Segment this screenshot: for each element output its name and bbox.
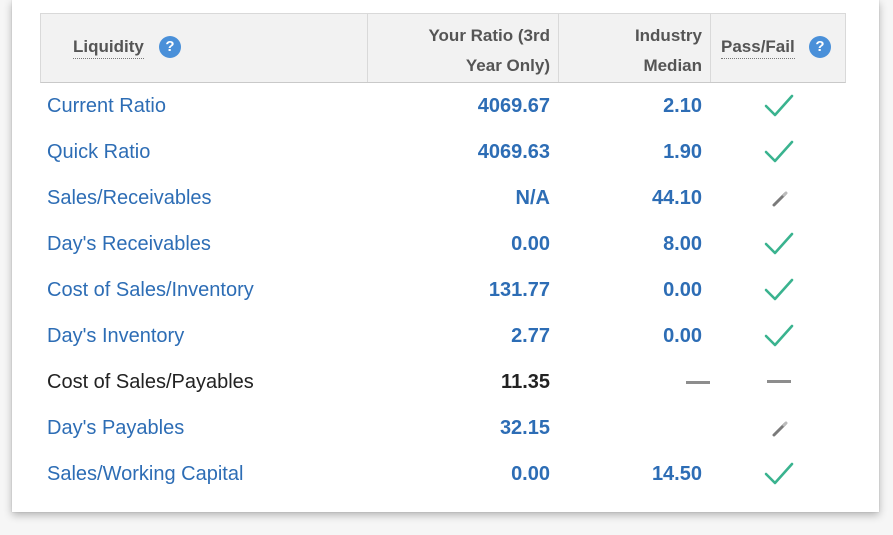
table-row: Sales/Working Capital 0.00 14.50 <box>40 451 846 497</box>
table-row: Day's Payables 32.15 <box>40 405 846 451</box>
header-industry-median: Industry Median <box>559 14 711 82</box>
your-ratio-label-line1: Your Ratio (3rd <box>428 26 550 45</box>
liquidity-label[interactable]: Liquidity <box>73 36 144 59</box>
ratio-name[interactable]: Sales/Working Capital <box>47 451 243 497</box>
your-ratio-label-line2: Year Only) <box>465 56 550 75</box>
industry-label-line1: Industry <box>634 26 702 45</box>
industry-median-value: 2.10 <box>663 95 702 117</box>
industry-label-line2: Median <box>643 56 702 75</box>
your-ratio-value: 0.00 <box>511 233 550 255</box>
industry-median-value: 44.10 <box>651 187 702 209</box>
your-ratio-value: 131.77 <box>488 279 550 301</box>
check-icon <box>764 230 794 258</box>
ratio-name[interactable]: Day's Inventory <box>47 313 184 359</box>
pencil-icon[interactable] <box>764 184 794 212</box>
check-icon <box>764 322 794 350</box>
industry-median-value: 1.90 <box>663 141 702 163</box>
check-icon <box>764 460 794 488</box>
pass-fail-label[interactable]: Pass/Fail <box>721 36 795 59</box>
check-icon <box>764 276 794 304</box>
your-ratio-value: 0.00 <box>511 463 550 485</box>
your-ratio-value: 4069.63 <box>477 141 550 163</box>
your-ratio-value: 2.77 <box>511 325 550 347</box>
industry-median-value: 0.00 <box>663 279 702 301</box>
ratio-name[interactable]: Cost of Sales/Inventory <box>47 267 254 313</box>
table-row: Day's Inventory 2.77 0.00 <box>40 313 846 359</box>
ratio-name[interactable]: Sales/Receivables <box>47 175 212 221</box>
table-header: Liquidity ? Your Ratio (3rd Year Only) I… <box>40 13 846 83</box>
table-row: Day's Receivables 0.00 8.00 <box>40 221 846 267</box>
header-pass-fail: Pass/Fail ? <box>711 14 845 82</box>
check-icon <box>764 92 794 120</box>
ratio-name: Cost of Sales/Payables <box>47 371 254 393</box>
ratio-name[interactable]: Day's Receivables <box>47 221 211 267</box>
table-row: Current Ratio 4069.67 2.10 <box>40 83 846 129</box>
industry-median-value: 8.00 <box>663 233 702 255</box>
dash-icon <box>764 368 794 396</box>
liquidity-help-icon[interactable]: ? <box>159 36 181 58</box>
check-icon <box>764 138 794 166</box>
your-ratio-value: 11.35 <box>501 371 550 393</box>
pencil-icon[interactable] <box>764 414 794 442</box>
table-row: Quick Ratio 4069.63 1.90 <box>40 129 846 175</box>
industry-median-value: 14.50 <box>651 463 702 485</box>
your-ratio-value: 4069.67 <box>477 95 550 117</box>
your-ratio-value: 32.15 <box>499 417 550 439</box>
ratio-name[interactable]: Day's Payables <box>47 405 184 451</box>
table-row: Sales/Receivables N/A 44.10 <box>40 175 846 221</box>
header-liquidity: Liquidity ? <box>41 14 368 82</box>
table-row: Cost of Sales/Payables 11.35 <box>40 359 846 405</box>
ratio-name[interactable]: Current Ratio <box>47 83 166 129</box>
industry-dash-icon <box>686 381 710 384</box>
your-ratio-value: N/A <box>515 187 550 209</box>
pass-fail-help-icon[interactable]: ? <box>809 36 831 58</box>
ratio-name[interactable]: Quick Ratio <box>47 129 150 175</box>
header-your-ratio: Your Ratio (3rd Year Only) <box>368 14 559 82</box>
table-row: Cost of Sales/Inventory 131.77 0.00 <box>40 267 846 313</box>
industry-median-value: 0.00 <box>663 325 702 347</box>
